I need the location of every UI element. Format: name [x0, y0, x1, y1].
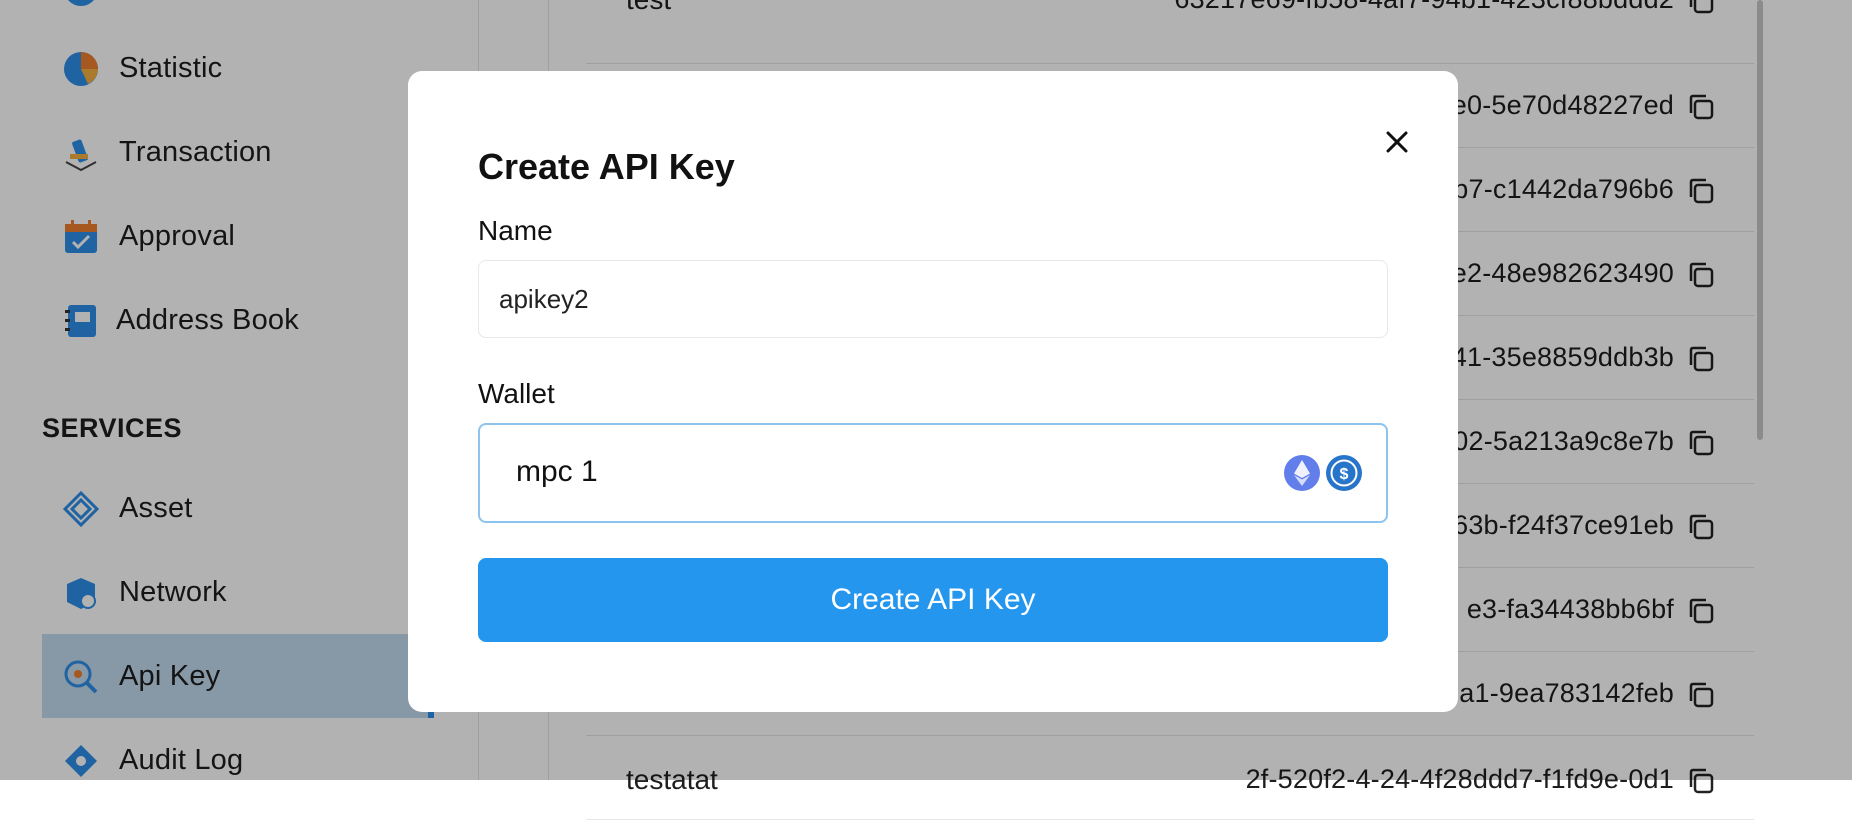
modal-title: Create API Key — [478, 146, 735, 187]
name-label: Name — [478, 215, 553, 246]
create-api-key-button[interactable]: Create API Key — [478, 558, 1388, 642]
wallet-select[interactable]: mpc 1 $ — [478, 423, 1388, 523]
usdc-icon: $ — [1326, 455, 1362, 491]
close-icon[interactable] — [1376, 121, 1418, 163]
svg-text:$: $ — [1340, 466, 1349, 483]
wallet-label: Wallet — [478, 378, 555, 409]
wallet-selected-value: mpc 1 — [516, 455, 598, 488]
ethereum-icon — [1284, 455, 1320, 491]
create-api-key-modal: Create API Key Name Wallet mpc 1 $ Creat… — [408, 71, 1458, 712]
name-input[interactable] — [478, 260, 1388, 338]
